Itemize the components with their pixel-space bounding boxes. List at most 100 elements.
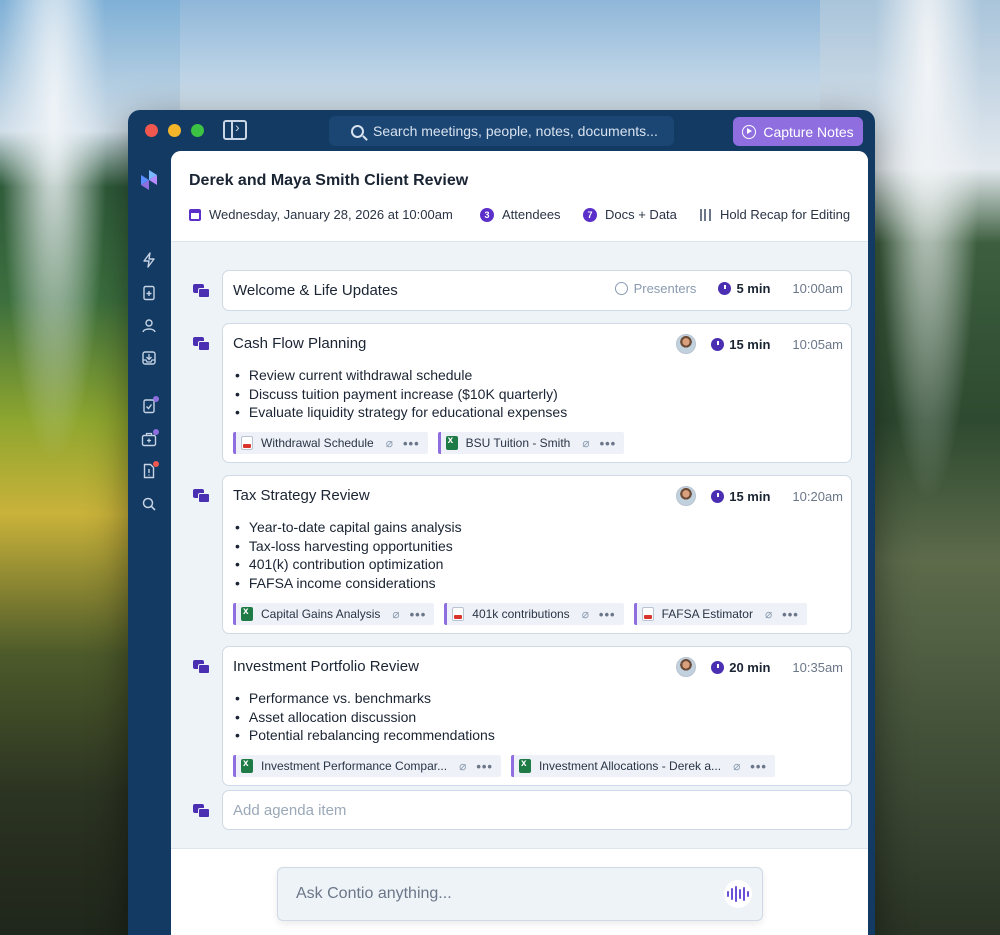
clock-icon (711, 489, 725, 503)
add-agenda-item-placeholder: Add agenda item (233, 802, 347, 819)
excel-file-icon (241, 606, 253, 621)
agenda-item-tax-strategy[interactable]: Tax Strategy Review 15 min 10:20am Year-… (222, 475, 852, 634)
inbox-icon[interactable] (141, 350, 157, 366)
search-rail-icon[interactable] (141, 496, 157, 512)
calendar-icon (189, 208, 201, 221)
agenda-start-time: 10:35am (792, 659, 843, 675)
minimize-window-button[interactable] (168, 124, 181, 137)
presenters-label: Presenters (633, 281, 697, 296)
paperclip-icon: ⌀ (385, 436, 393, 450)
attachment-chip[interactable]: Withdrawal Schedule ⌀ ••• (233, 432, 428, 454)
attendees-count-badge: 3 (480, 207, 494, 222)
agenda-item-title: Tax Strategy Review (233, 487, 370, 504)
sidebar-toggle-icon[interactable] (223, 119, 247, 140)
presenter-avatar[interactable] (676, 334, 697, 354)
notification-badge (153, 396, 159, 402)
search-icon (351, 124, 364, 138)
agenda-duration[interactable]: 15 min (729, 489, 770, 504)
briefcase-icon[interactable] (141, 429, 159, 447)
capture-notes-button[interactable]: Capture Notes (733, 117, 863, 146)
file-alert-icon[interactable] (141, 461, 159, 479)
bullet-item: Evaluate liquidity strategy for educatio… (235, 403, 567, 422)
bullet-item: Potential rebalancing recommendations (235, 726, 495, 745)
clock-icon (711, 337, 725, 351)
excel-file-icon (518, 758, 531, 773)
agenda-start-time: 10:00am (792, 281, 843, 296)
pdf-file-icon (452, 607, 465, 621)
agenda-duration[interactable]: 5 min (736, 281, 770, 296)
agenda-item-title: Investment Portfolio Review (233, 658, 419, 675)
meeting-date: Wednesday, January 28, 2026 at 10:00am (189, 207, 453, 222)
search-input[interactable]: Search meetings, people, notes, document… (329, 116, 674, 146)
more-options-icon[interactable]: ••• (403, 436, 420, 451)
presenters-selector[interactable]: Presenters (614, 281, 697, 296)
docs-label: Docs + Data (605, 207, 677, 222)
hold-recap-toggle[interactable]: Hold Recap for Editing (700, 207, 850, 222)
maximize-window-button[interactable] (191, 124, 204, 137)
presenter-avatar[interactable] (676, 657, 697, 677)
more-options-icon[interactable]: ••• (750, 759, 767, 774)
attachment-chip[interactable]: Capital Gains Analysis ⌀ ••• (233, 603, 435, 625)
app-window: Search meetings, people, notes, document… (128, 110, 875, 935)
ask-contio-placeholder: Ask Contio anything... (296, 885, 452, 902)
attachment-name: 401k contributions (472, 607, 570, 621)
attachment-chip[interactable]: 401k contributions ⌀ ••• (444, 603, 624, 625)
meeting-header: Derek and Maya Smith Client Review Wedne… (171, 151, 868, 242)
presenter-avatar[interactable] (676, 486, 697, 506)
attachments-row: Withdrawal Schedule ⌀ ••• BSU Tuition - … (233, 432, 634, 454)
clock-icon (711, 660, 725, 674)
more-options-icon[interactable]: ••• (599, 607, 616, 622)
bullet-item: Tax-loss harvesting opportunities (235, 537, 462, 556)
agenda-duration[interactable]: 15 min (729, 337, 770, 352)
agenda-duration[interactable]: 20 min (729, 660, 770, 675)
attachment-name: FAFSA Estimator (661, 607, 753, 621)
play-circle-icon (742, 124, 757, 139)
hold-recap-label: Hold Recap for Editing (720, 207, 851, 222)
paperclip-icon: ⌀ (764, 607, 773, 621)
icon-rail (128, 152, 170, 935)
bullet-item: Performance vs. benchmarks (235, 689, 495, 708)
attachment-chip[interactable]: Investment Allocations - Derek a... ⌀ ••… (510, 755, 775, 777)
notification-badge (153, 429, 159, 435)
document-add-icon[interactable] (141, 285, 157, 301)
agenda-item-meta: 15 min 10:20am (676, 486, 843, 506)
lightning-icon[interactable] (141, 252, 157, 268)
chat-bubbles-icon (193, 284, 210, 298)
bullet-item: Year-to-date capital gains analysis (235, 518, 462, 537)
more-options-icon[interactable]: ••• (476, 759, 493, 774)
attachment-chip[interactable]: Investment Performance Compar... ⌀ ••• (233, 755, 501, 777)
attendees-link[interactable]: 3 Attendees (480, 207, 561, 222)
attachment-chip[interactable]: FAFSA Estimator ⌀ ••• (633, 603, 807, 625)
pdf-file-icon (241, 436, 253, 450)
ask-contio-input[interactable]: Ask Contio anything... (277, 867, 763, 921)
agenda-item-investment-portfolio[interactable]: Investment Portfolio Review 20 min 10:35… (222, 646, 852, 786)
pause-icon (700, 208, 711, 221)
attachment-name: Investment Performance Compar... (261, 759, 448, 773)
more-options-icon[interactable]: ••• (600, 436, 617, 451)
clipboard-check-icon[interactable] (141, 396, 159, 414)
clock-icon (718, 282, 732, 295)
attachment-chip[interactable]: BSU Tuition - Smith ⌀ ••• (437, 432, 625, 454)
people-icon[interactable] (141, 318, 157, 334)
agenda-bullets: Performance vs. benchmarks Asset allocat… (235, 689, 495, 745)
notification-badge (153, 461, 159, 467)
close-window-button[interactable] (145, 124, 158, 137)
contio-logo-icon (141, 170, 157, 190)
attachment-name: Withdrawal Schedule (261, 436, 374, 450)
chat-bubbles-icon (193, 337, 210, 351)
agenda-item-welcome[interactable]: Welcome & Life Updates Presenters 5 min … (222, 270, 852, 311)
attachment-name: Investment Allocations - Derek a... (538, 759, 722, 773)
add-agenda-item-input[interactable]: Add agenda item (222, 790, 852, 830)
meeting-title: Derek and Maya Smith Client Review (189, 172, 469, 189)
docs-data-link[interactable]: 7 Docs + Data (583, 207, 677, 222)
more-options-icon[interactable]: ••• (782, 607, 799, 622)
paperclip-icon: ⌀ (459, 759, 467, 773)
paperclip-icon: ⌀ (733, 759, 741, 773)
voice-waveform-icon[interactable] (724, 880, 752, 908)
agenda-bullets: Review current withdrawal schedule Discu… (235, 366, 567, 422)
agenda-item-cash-flow[interactable]: Cash Flow Planning 15 min 10:05am Review… (222, 323, 852, 463)
meeting-date-text: Wednesday, January 28, 2026 at 10:00am (209, 207, 453, 222)
attachment-name: BSU Tuition - Smith (465, 436, 571, 450)
attachment-name: Capital Gains Analysis (261, 607, 381, 621)
more-options-icon[interactable]: ••• (410, 607, 427, 622)
